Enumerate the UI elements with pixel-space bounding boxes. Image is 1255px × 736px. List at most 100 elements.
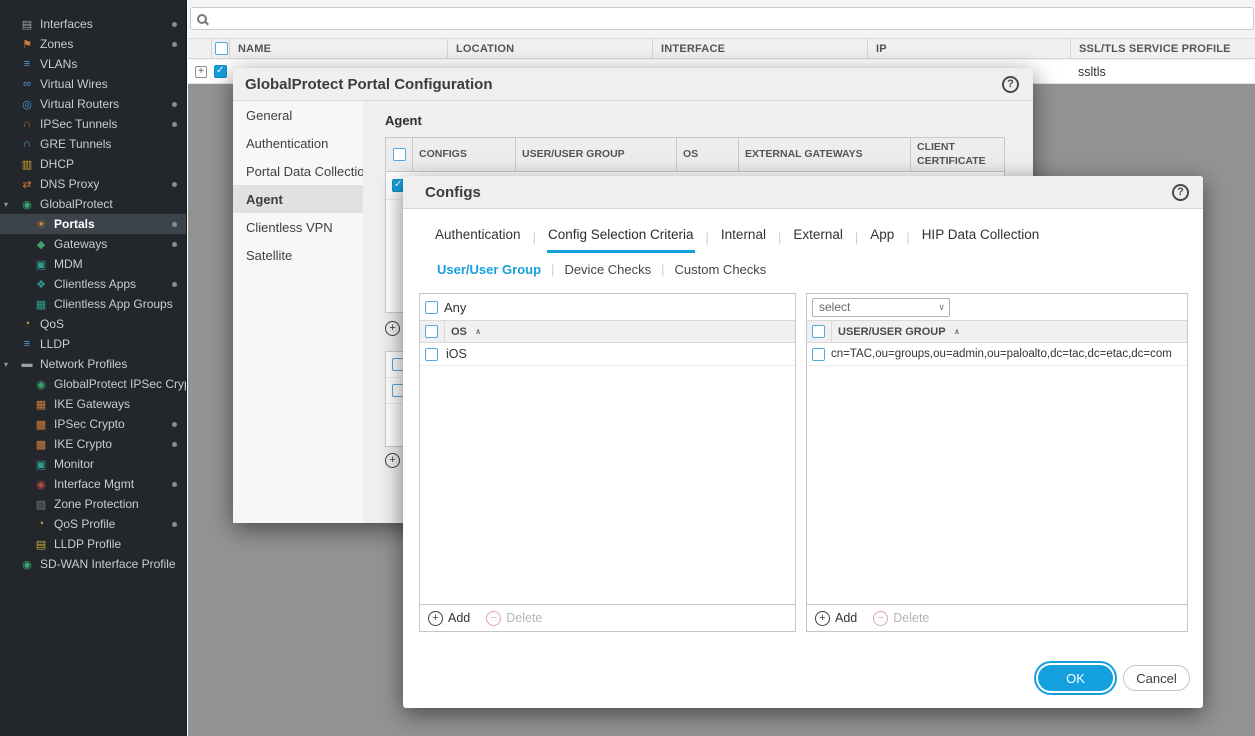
- user-group-column-header[interactable]: USER/USER GROUP: [838, 326, 946, 338]
- os-panel: Any OS ∧ iOS + Add − Delete: [419, 293, 796, 632]
- sidebar-item-portals[interactable]: ☀ Portals: [0, 214, 186, 234]
- sidebar-item-ipsec-crypto[interactable]: ▩ IPSec Crypto: [0, 414, 186, 434]
- sidebar-item-gre-tunnels[interactable]: ∩ GRE Tunnels: [0, 134, 186, 154]
- sort-asc-icon[interactable]: ∧: [475, 327, 482, 336]
- sort-asc-icon[interactable]: ∧: [954, 327, 961, 336]
- delete-button[interactable]: − Delete: [486, 611, 542, 626]
- sidebar-item-ike-crypto[interactable]: ▩ IKE Crypto: [0, 434, 186, 454]
- user-group-select[interactable]: select ∨: [812, 298, 950, 317]
- column-header-location[interactable]: LOCATION: [447, 39, 652, 58]
- portal-nav-general[interactable]: General: [233, 101, 363, 129]
- chevron-down-icon[interactable]: ▾: [4, 360, 8, 369]
- tab-internal[interactable]: Internal: [720, 223, 767, 253]
- add-button[interactable]: + Add: [815, 611, 857, 626]
- help-icon[interactable]: ?: [1002, 76, 1019, 93]
- ok-button[interactable]: OK: [1038, 665, 1113, 691]
- sidebar-item-interface-mgmt[interactable]: ◉ Interface Mgmt: [0, 474, 186, 494]
- select-all-checkbox[interactable]: [425, 325, 438, 338]
- chevron-down-icon[interactable]: ▾: [4, 200, 8, 209]
- sidebar-item-interfaces[interactable]: ▤ Interfaces: [0, 14, 186, 34]
- portal-nav-authentication[interactable]: Authentication: [233, 129, 363, 157]
- tab-config-selection-criteria[interactable]: Config Selection Criteria: [547, 223, 695, 253]
- plus-icon: +: [428, 611, 443, 626]
- column-header-name[interactable]: NAME: [229, 39, 447, 58]
- sidebar-item-ipsec-tunnels[interactable]: ∩ IPSec Tunnels: [0, 114, 186, 134]
- row-checkbox[interactable]: [812, 348, 825, 361]
- portal-nav-portal-data-collection[interactable]: Portal Data Collectio: [233, 157, 363, 185]
- tab-separator: |: [778, 230, 781, 253]
- row-expand-icon[interactable]: +: [195, 66, 207, 78]
- portal-nav-agent[interactable]: Agent: [233, 185, 363, 213]
- tab-authentication[interactable]: Authentication: [434, 223, 522, 253]
- tab-external[interactable]: External: [792, 223, 844, 253]
- sidebar-item-network-profiles[interactable]: ▾ ▬ Network Profiles: [0, 354, 186, 374]
- select-all-checkbox[interactable]: [215, 42, 228, 55]
- sidebar-item-mdm[interactable]: ▣ MDM: [0, 254, 186, 274]
- qos-profile-icon: ◔: [33, 518, 49, 530]
- select-all-checkbox[interactable]: [812, 325, 825, 338]
- delete-button[interactable]: − Delete: [873, 611, 929, 626]
- column-header-user-group[interactable]: USER/USER GROUP: [515, 138, 676, 171]
- virtual-wires-icon: ∞: [19, 78, 35, 90]
- row-checkbox[interactable]: [425, 348, 438, 361]
- add-button[interactable]: + Add: [428, 611, 470, 626]
- ike-crypto-icon: ▩: [33, 438, 49, 451]
- clientless-apps-icon: ❖: [33, 278, 49, 291]
- sidebar-item-gateways[interactable]: ◆ Gateways: [0, 234, 186, 254]
- tab-app[interactable]: App: [869, 223, 895, 253]
- column-header-client-certificate[interactable]: CLIENT CERTIFICATE: [910, 138, 1004, 171]
- sidebar-item-virtual-wires[interactable]: ∞ Virtual Wires: [0, 74, 186, 94]
- row-checkbox[interactable]: [214, 65, 227, 78]
- sidebar-item-vlans[interactable]: ≡ VLANs: [0, 54, 186, 74]
- sidebar-item-globalprotect-ipsec-crypto[interactable]: ◉ GlobalProtect IPSec Crypto: [0, 374, 186, 394]
- os-row-ios[interactable]: iOS: [420, 343, 795, 366]
- item-options-dot: [172, 182, 177, 187]
- portal-nav-satellite[interactable]: Satellite: [233, 241, 363, 269]
- sidebar-item-globalprotect[interactable]: ▾ ◉ GlobalProtect: [0, 194, 186, 214]
- sidebar-item-virtual-routers[interactable]: ◎ Virtual Routers: [0, 94, 186, 114]
- os-column-header[interactable]: OS: [451, 326, 467, 338]
- add-icon[interactable]: +: [385, 321, 400, 336]
- subtab-device-checks[interactable]: Device Checks: [564, 262, 651, 277]
- column-header-ssl-profile[interactable]: SSL/TLS SERVICE PROFILE: [1070, 39, 1255, 58]
- sidebar-item-clientless-app-groups[interactable]: ▦ Clientless App Groups: [0, 294, 186, 314]
- column-header-interface[interactable]: INTERFACE: [652, 39, 867, 58]
- tab-separator: |: [855, 230, 858, 253]
- sidebar-item-dns-proxy[interactable]: ⇄ DNS Proxy: [0, 174, 186, 194]
- cancel-button[interactable]: Cancel: [1123, 665, 1190, 691]
- dhcp-icon: ▥: [19, 158, 35, 171]
- column-header-configs[interactable]: CONFIGS: [412, 138, 515, 171]
- sidebar-item-qos[interactable]: ◔ QoS: [0, 314, 186, 334]
- portal-nav-clientless-vpn[interactable]: Clientless VPN: [233, 213, 363, 241]
- select-all-checkbox[interactable]: [393, 148, 406, 161]
- item-options-dot: [172, 102, 177, 107]
- subtab-custom-checks[interactable]: Custom Checks: [675, 262, 767, 277]
- sidebar-item-sdwan-interface-profile[interactable]: ◉ SD-WAN Interface Profile: [0, 554, 186, 574]
- sidebar-item-monitor[interactable]: ▣ Monitor: [0, 454, 186, 474]
- add-icon[interactable]: +: [385, 453, 400, 468]
- sidebar-item-lldp-profile[interactable]: ▤ LLDP Profile: [0, 534, 186, 554]
- sdwan-interface-profile-icon: ◉: [19, 558, 35, 571]
- sidebar-item-label: QoS Profile: [54, 517, 115, 531]
- sidebar-item-lldp[interactable]: ≡ LLDP: [0, 334, 186, 354]
- user-group-row[interactable]: cn=TAC,ou=groups,ou=admin,ou=paloalto,dc…: [807, 343, 1187, 366]
- tab-separator: |: [906, 230, 909, 253]
- sidebar-item-label: DHCP: [40, 157, 74, 171]
- tab-hip-data-collection[interactable]: HIP Data Collection: [921, 223, 1041, 253]
- sidebar-item-dhcp[interactable]: ▥ DHCP: [0, 154, 186, 174]
- column-header-external-gateways[interactable]: EXTERNAL GATEWAYS: [738, 138, 910, 171]
- any-checkbox[interactable]: [425, 301, 438, 314]
- column-header-ip[interactable]: IP: [867, 39, 1070, 58]
- sidebar-item-zone-protection[interactable]: ▨ Zone Protection: [0, 494, 186, 514]
- portals-icon: ☀: [33, 218, 49, 231]
- sidebar-item-zones[interactable]: ⚑ Zones: [0, 34, 186, 54]
- user-group-cell: cn=TAC,ou=groups,ou=admin,ou=paloalto,dc…: [831, 348, 1172, 360]
- sidebar-item-clientless-apps[interactable]: ❖ Clientless Apps: [0, 274, 186, 294]
- column-header-os[interactable]: OS: [676, 138, 738, 171]
- help-icon[interactable]: ?: [1172, 184, 1189, 201]
- sidebar-item-ike-gateways[interactable]: ▦ IKE Gateways: [0, 394, 186, 414]
- subtab-user-group[interactable]: User/User Group: [437, 262, 541, 277]
- search-input[interactable]: [207, 8, 1253, 29]
- lldp-icon: ≡: [19, 338, 35, 350]
- sidebar-item-qos-profile[interactable]: ◔ QoS Profile: [0, 514, 186, 534]
